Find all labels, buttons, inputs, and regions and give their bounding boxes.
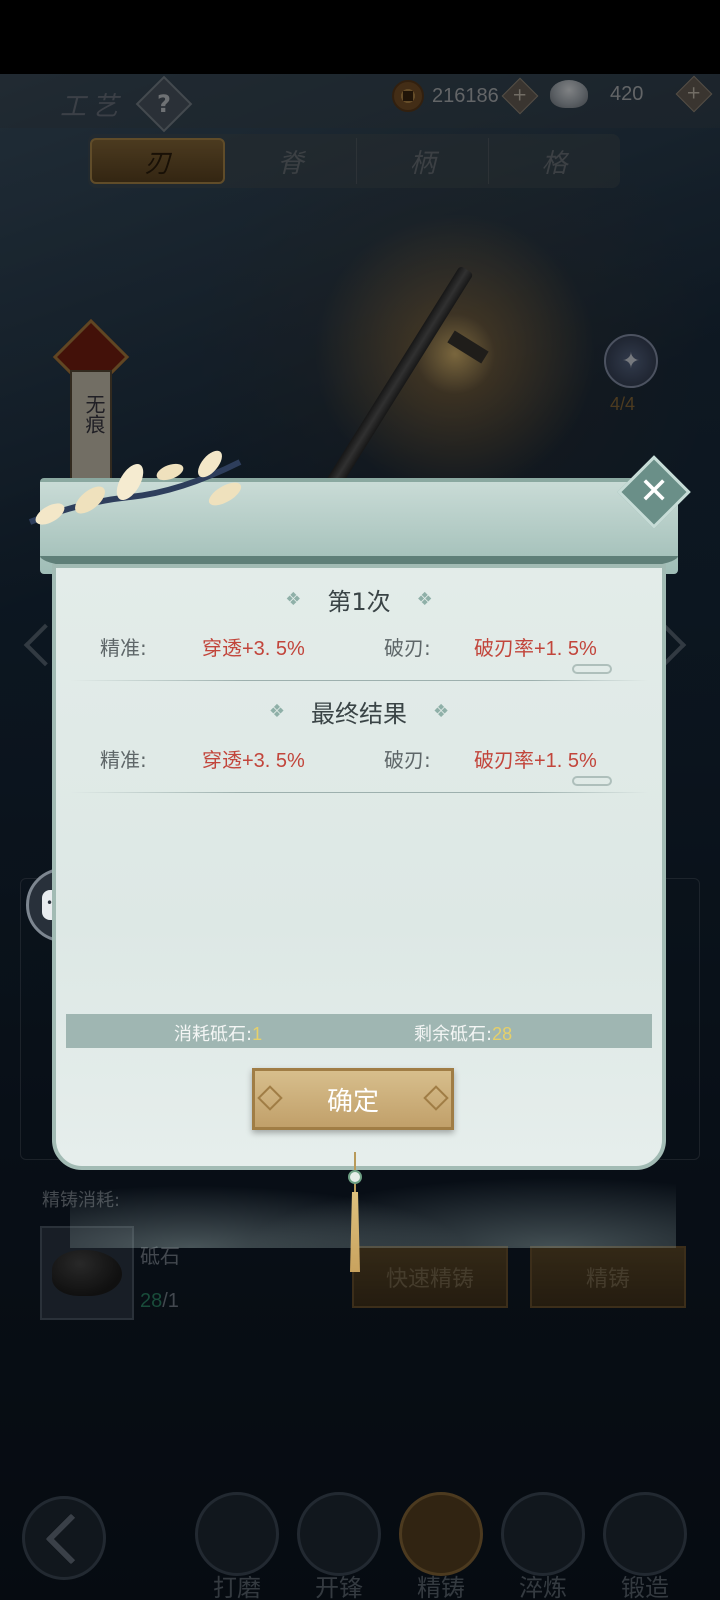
stat-label: 精准:	[100, 636, 147, 660]
close-icon: ✕	[638, 470, 670, 512]
ornament-icon	[423, 1085, 449, 1111]
round-title: 第1次	[327, 588, 391, 616]
blossom-branch-icon	[28, 450, 242, 525]
tassel-decoration-icon	[348, 1152, 362, 1274]
remaining-stone: 剩余砥石:28	[414, 1024, 513, 1045]
final-section-title: ❖ 最终结果 ❖	[40, 694, 678, 729]
confirm-button[interactable]: 确定	[252, 1068, 454, 1130]
diamond-icon: ❖	[268, 701, 285, 722]
diamond-icon: ❖	[416, 589, 433, 610]
diamond-icon: ❖	[285, 589, 302, 610]
divider	[70, 680, 648, 681]
ornament-icon	[257, 1085, 283, 1111]
round-section-title: ❖ 第1次 ❖	[40, 582, 678, 617]
stat-value: 破刃率+1. 5%	[474, 750, 597, 772]
confirm-label: 确定	[326, 1086, 379, 1117]
final-title: 最终结果	[311, 700, 407, 728]
stat-label: 破刃:	[384, 748, 431, 772]
whetstone-summary: 消耗砥石:1 剩余砥石:28	[66, 1014, 652, 1048]
round-stat-row: 精准: 穿透+3. 5% 破刃: 破刃率+1. 5%	[100, 632, 660, 668]
cloud-decoration-icon	[572, 776, 612, 786]
refine-result-modal: ✕ ❖ 第1次 ❖ 精准: 穿透+3. 5% 破刃: 破刃率+1. 5% ❖ 最…	[28, 450, 691, 1248]
stat-value: 穿透+3. 5%	[202, 750, 305, 772]
stat-label: 破刃:	[384, 636, 431, 660]
mountain-decoration	[70, 1138, 676, 1248]
status-bar	[0, 0, 720, 74]
cloud-decoration-icon	[572, 664, 612, 674]
stat-value: 破刃率+1. 5%	[474, 638, 597, 660]
divider	[70, 792, 648, 793]
stat-label: 精准:	[100, 748, 147, 772]
diamond-icon: ❖	[433, 701, 450, 722]
stat-value: 穿透+3. 5%	[202, 638, 305, 660]
consumed-stone: 消耗砥石:1	[174, 1024, 263, 1045]
final-stat-row: 精准: 穿透+3. 5% 破刃: 破刃率+1. 5%	[100, 744, 660, 780]
